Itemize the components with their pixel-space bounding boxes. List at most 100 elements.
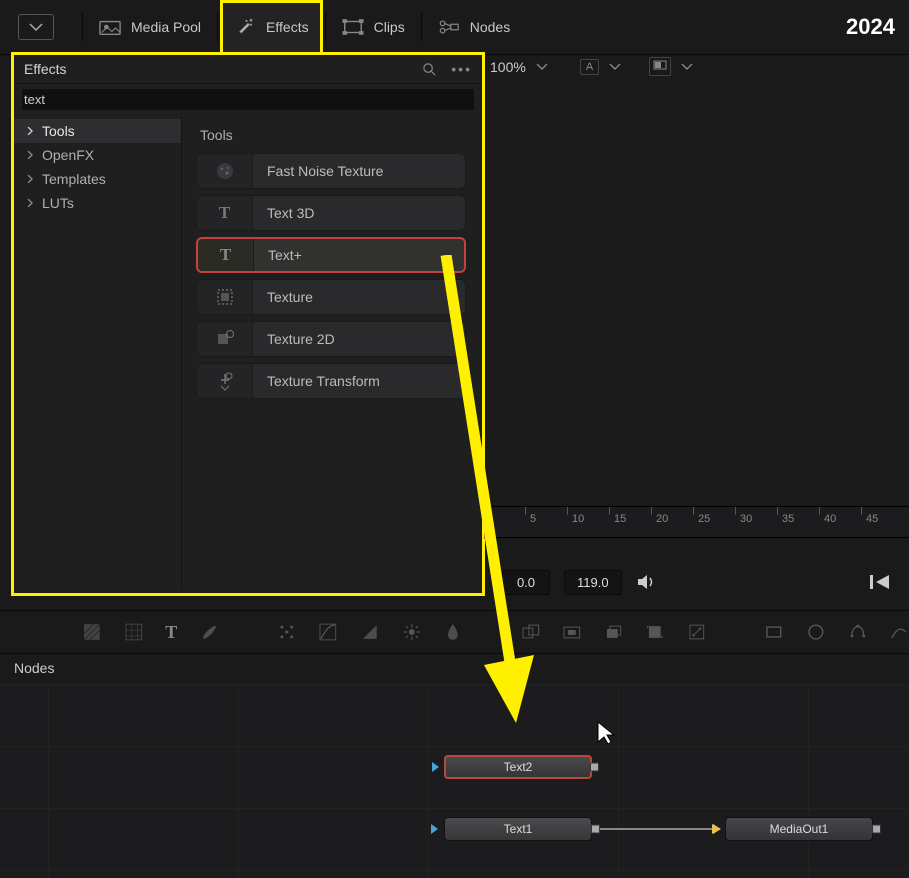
tab-nodes[interactable]: Nodes (424, 0, 524, 55)
chevron-down-icon[interactable] (609, 62, 621, 72)
effects-search-input[interactable] (22, 89, 474, 110)
ruler-tick: 40 (824, 513, 836, 525)
noise-icon (214, 160, 236, 182)
tool-texture-2d[interactable]: Texture 2D (196, 321, 466, 357)
effects-icon (234, 18, 256, 36)
display-mode-button[interactable] (649, 57, 671, 76)
chevron-right-icon (26, 175, 34, 183)
layout-dropdown[interactable] (18, 14, 54, 40)
node-text2[interactable]: Text2 (444, 755, 592, 779)
tool-label: Texture Transform (253, 373, 380, 389)
chevron-right-icon (26, 127, 34, 135)
chevron-right-icon (26, 199, 34, 207)
tool-text-plus[interactable]: T Text+ (196, 237, 466, 273)
merge-tool-icon[interactable] (521, 622, 541, 642)
tool-fast-noise-texture[interactable]: Fast Noise Texture (196, 153, 466, 189)
top-toolbar: Media Pool Effects Clips Nodes 2024 (0, 0, 909, 55)
ruler-tick: 5 (530, 513, 536, 525)
text-icon: T (219, 203, 230, 223)
tool-results: Tools Fast Noise Texture T Text 3D T Tex… (182, 115, 482, 589)
channel-a-button[interactable]: A (580, 59, 599, 75)
nodes-panel-header: Nodes (0, 656, 909, 684)
more-icon[interactable]: ••• (451, 61, 472, 77)
node-label: MediaOut1 (770, 822, 829, 836)
category-tools[interactable]: Tools (14, 119, 181, 143)
tool-label: Texture (253, 289, 313, 305)
light-tool-icon[interactable] (402, 622, 422, 642)
zoom-label[interactable]: 100% (490, 59, 526, 75)
chevron-down-icon[interactable] (536, 62, 548, 72)
text-icon: T (220, 245, 231, 265)
effects-category-list: Tools OpenFX Templates LUTs (14, 115, 182, 589)
monitor-icon (653, 60, 667, 70)
node-text1[interactable]: Text1 (444, 817, 592, 841)
texture-2d-icon (214, 328, 236, 350)
chevron-down-icon (29, 22, 43, 32)
text-tool-icon[interactable]: T (165, 622, 177, 643)
matte-tool-icon[interactable] (562, 622, 582, 642)
category-luts[interactable]: LUTs (14, 191, 181, 215)
speaker-icon[interactable] (636, 572, 658, 592)
paint-tool-icon[interactable] (199, 622, 219, 642)
panel-title: Effects (24, 61, 67, 77)
category-openfx[interactable]: OpenFX (14, 143, 181, 167)
tab-label: Nodes (470, 19, 510, 35)
effects-panel: Effects ••• Tools OpenFX Templates LUT (11, 52, 485, 596)
ellipse-mask-icon[interactable] (806, 622, 826, 642)
effects-panel-header: Effects ••• (14, 55, 482, 84)
texture-icon (214, 286, 236, 308)
search-icon[interactable] (422, 62, 437, 77)
tracker-tool-icon[interactable] (277, 622, 297, 642)
node-label: Text2 (504, 760, 533, 774)
category-label: Templates (42, 171, 106, 187)
tool-label: Fast Noise Texture (253, 163, 383, 179)
bspline-mask-icon[interactable] (889, 622, 909, 642)
ruler-tick: 20 (656, 513, 668, 525)
ruler-tick: 25 (698, 513, 710, 525)
node-mediaout1[interactable]: MediaOut1 (725, 817, 873, 841)
node-toolbar: T (0, 610, 909, 654)
media-pool-icon (99, 18, 121, 36)
tool-text-3d[interactable]: T Text 3D (196, 195, 466, 231)
category-label: Tools (42, 123, 75, 139)
out-time[interactable]: 119.0 (564, 570, 622, 595)
tab-label: Media Pool (131, 19, 201, 35)
chevron-down-icon[interactable] (681, 62, 693, 72)
chevron-right-icon (26, 151, 34, 159)
curves-tool-icon[interactable] (318, 622, 338, 642)
tool-label: Text+ (254, 247, 302, 263)
timeline-ruler[interactable]: 5 10 15 20 25 30 35 40 45 (484, 506, 909, 538)
in-time[interactable]: 0.0 (502, 570, 550, 595)
transform-tool-icon[interactable] (645, 622, 665, 642)
tool-texture-transform[interactable]: Texture Transform (196, 363, 466, 399)
layers-tool-icon[interactable] (604, 622, 624, 642)
node-graph[interactable]: Text2 Text1 MediaOut1 (0, 684, 909, 878)
transport-bar: 0.0 119.0 (484, 562, 909, 602)
tool-texture[interactable]: Texture (196, 279, 466, 315)
tab-media-pool[interactable]: Media Pool (85, 0, 215, 55)
category-templates[interactable]: Templates (14, 167, 181, 191)
background-tool-icon[interactable] (82, 622, 102, 642)
polygon-mask-icon[interactable] (848, 622, 868, 642)
tool-label: Texture 2D (253, 331, 335, 347)
resize-tool-icon[interactable] (687, 622, 707, 642)
category-label: OpenFX (42, 147, 94, 163)
category-label: LUTs (42, 195, 74, 211)
skip-start-icon[interactable] (869, 573, 891, 591)
cursor-icon (596, 720, 616, 746)
tool-section-header: Tools (196, 123, 466, 153)
grid-tool-icon[interactable] (124, 622, 144, 642)
blur-tool-icon[interactable] (443, 622, 463, 642)
texture-transform-icon (214, 370, 236, 392)
ruler-tick: 45 (866, 513, 878, 525)
node-connection[interactable] (600, 828, 720, 830)
ruler-tick: 30 (740, 513, 752, 525)
tab-label: Clips (374, 19, 405, 35)
tab-effects[interactable]: Effects (220, 0, 323, 55)
rectangle-mask-icon[interactable] (764, 622, 784, 642)
clips-icon (342, 18, 364, 36)
levels-tool-icon[interactable] (360, 622, 380, 642)
tab-clips[interactable]: Clips (328, 0, 419, 55)
nodes-icon (438, 18, 460, 36)
ruler-tick: 15 (614, 513, 626, 525)
